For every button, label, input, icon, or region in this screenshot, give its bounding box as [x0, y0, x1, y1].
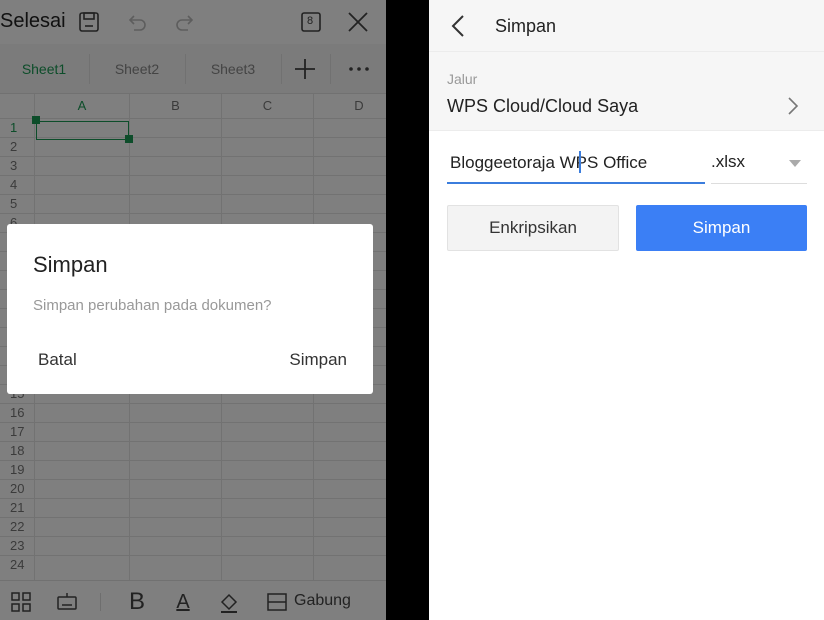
chevron-right-icon: [785, 94, 801, 118]
save-file-button[interactable]: Simpan: [636, 205, 807, 251]
cancel-button[interactable]: Batal: [38, 350, 77, 370]
save-button[interactable]: Simpan: [289, 350, 347, 370]
encrypt-button[interactable]: Enkripsikan: [447, 205, 619, 251]
page-title: Simpan: [495, 16, 557, 36]
extension-value: .xlsx: [711, 152, 745, 171]
back-arrow-icon[interactable]: [447, 13, 471, 39]
save-changes-dialog: Simpan Simpan perubahan pada dokumen? Ba…: [7, 224, 373, 394]
filename-input[interactable]: [450, 150, 700, 176]
path-value: WPS Cloud/Cloud Saya: [447, 96, 639, 116]
spreadsheet-panel: Selesai 8 Sheet1 Sheet2 Sheet3: [0, 0, 386, 620]
extension-select[interactable]: .xlsx: [711, 146, 807, 184]
filename-field: [447, 146, 705, 184]
text-caret: [579, 151, 581, 173]
save-header: Simpan: [429, 0, 824, 52]
save-location-row[interactable]: Jalur WPS Cloud/Cloud Saya: [429, 52, 824, 131]
dropdown-arrow-icon: [789, 160, 801, 167]
dialog-message: Simpan perubahan pada dokumen?: [33, 297, 272, 314]
dialog-title: Simpan: [33, 252, 108, 277]
path-label: Jalur: [447, 71, 478, 87]
save-panel: Simpan Jalur WPS Cloud/Cloud Saya .xlsx …: [429, 0, 824, 620]
